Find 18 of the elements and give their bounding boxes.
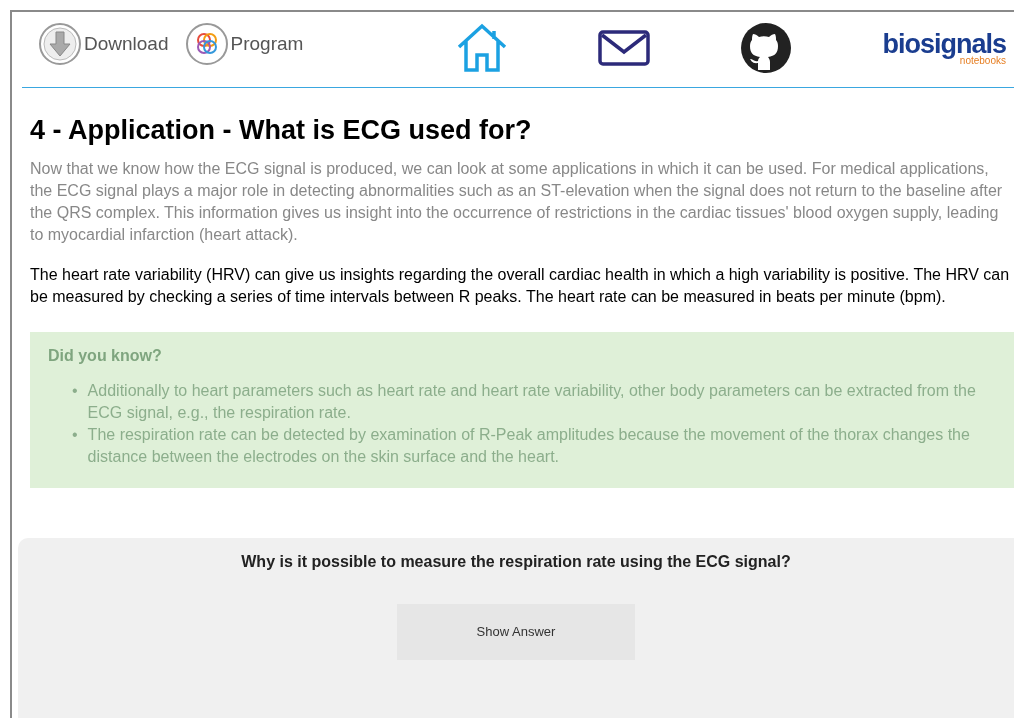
program-link[interactable]: Program: [184, 22, 304, 66]
rings-icon: [184, 22, 229, 66]
mail-icon[interactable]: [598, 30, 651, 66]
list-item: The respiration rate can be detected by examination of R-Peak amplitudes because the movement of the thorax changes the distance between the electrodes on the skin surface and the heart.: [87, 424, 971, 467]
section-heading: 4 - Application - What is ECG used for?: [30, 114, 533, 147]
download-icon: [38, 22, 82, 66]
download-link[interactable]: Download: [38, 22, 169, 66]
list-item: Additionally to heart parameters such as heart rate and heart rate variability, other body parameters can be extracted from the ECG signal, e.g., the respiration rate.: [87, 380, 977, 423]
logo-wordmark: biosignals: [882, 30, 1006, 58]
bullet-marker: •: [72, 424, 78, 445]
show-answer-button[interactable]: Show Answer: [397, 603, 635, 660]
home-icon[interactable]: [456, 23, 509, 73]
paragraph: Now that we know how the ECG signal is produced, we can look at some applications in which it can be used. For medical applications, the ECG signal plays a major role in detecting abnormalities such as an ST-elevation when the signal does not return to the baseline after the QRS complex. This information gives us insight into the occurrence of restrictions in the cardiac tissues' blood oxygen supply, leading to myocardial infarction (heart attack).: [30, 159, 1004, 246]
paragraph: The heart rate variability (HRV) can give us insights regarding the overall cardiac health in which a high variability is positive. The HRV can be measured by checking a series of time intervals between R peaks. The heart rate can be measured in beats per minute (bpm).: [30, 265, 1011, 308]
question-text: Why is it possible to measure the respiration rate using the ECG signal?: [240, 551, 792, 572]
github-icon[interactable]: [740, 22, 793, 74]
bullet-marker: •: [72, 380, 78, 401]
info-box-title: Did you know?: [48, 346, 163, 366]
